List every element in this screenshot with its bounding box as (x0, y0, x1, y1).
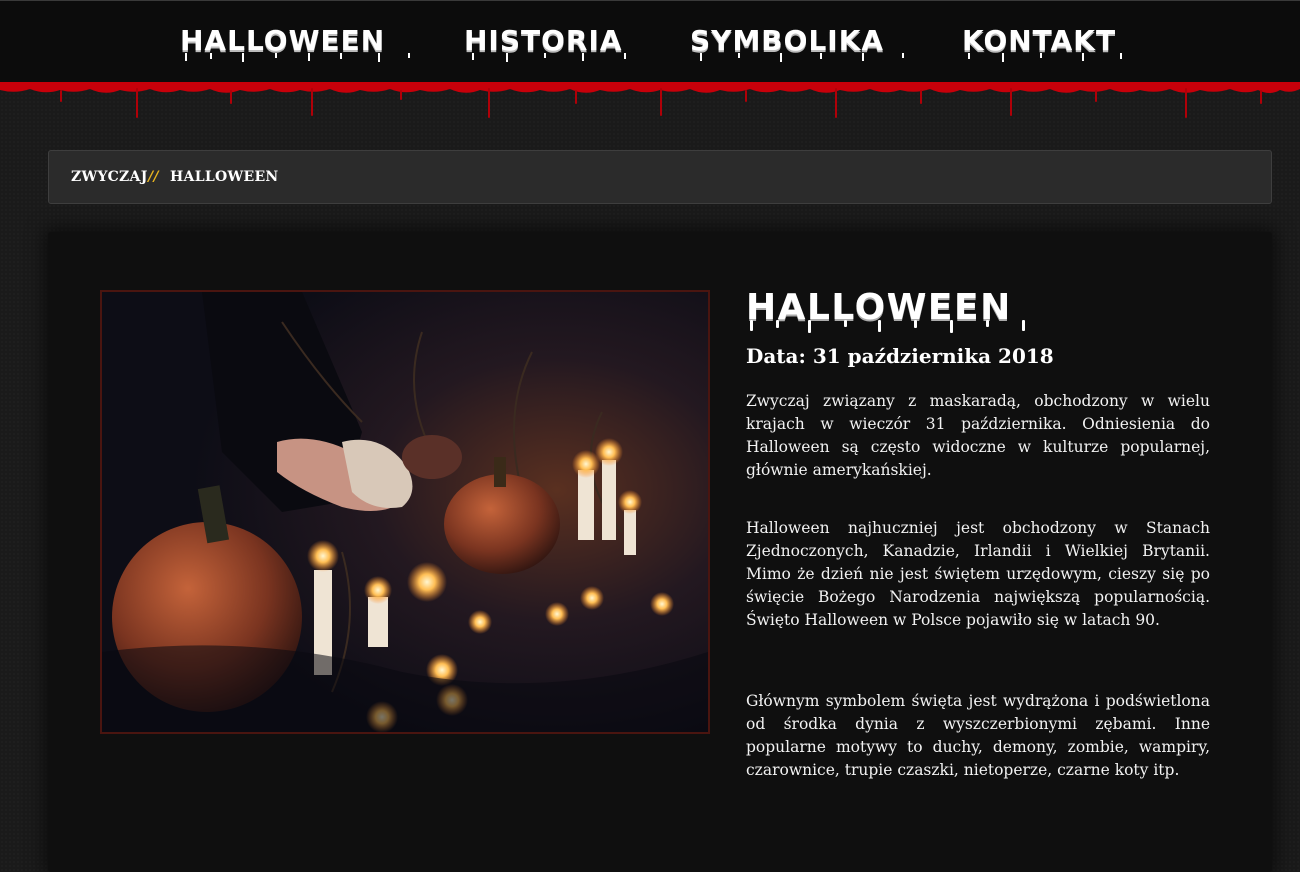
pumpkins-candles-illustration (102, 292, 708, 732)
nav-item-historia[interactable]: HISTORIA (464, 23, 646, 63)
main-menu: HALLOWEEN HISTORIA SYMBOLIKA KONTAKT (0, 1, 1300, 85)
breadcrumb-link-zwyczaj[interactable]: ZWYCZAJ (71, 169, 148, 185)
halloween-photo (100, 290, 710, 734)
article-paragraph: Zwyczaj związany z maskaradą, obchodzony… (746, 392, 1210, 479)
breadcrumb-current: HALLOWEEN (170, 169, 279, 185)
top-navbar: HALLOWEEN HISTORIA SYMBOLIKA KONTAKT (0, 0, 1300, 84)
breadcrumb: ZWYCZAJ // HALLOWEEN (48, 150, 1272, 204)
nav-item-halloween[interactable]: HALLOWEEN (180, 23, 420, 63)
article-paragraph: Halloween najhuczniej jest obchodzony w … (746, 519, 1210, 629)
breadcrumb-separator: // (148, 169, 159, 185)
drip-decoration (700, 53, 904, 62)
drip-decoration (472, 53, 626, 62)
article-paragraph: Głównym symbolem święta jest wydrążona i… (746, 692, 1210, 779)
nav-item-kontakt[interactable]: KONTAKT (962, 23, 1142, 63)
drip-decoration (185, 53, 410, 62)
drip-decoration (750, 320, 1025, 333)
blood-drip-border (0, 82, 1300, 118)
article-title: HALLOWEEN (746, 286, 1216, 334)
article-date: Data: 31 października 2018 (746, 344, 1054, 368)
nav-item-symbolika[interactable]: SYMBOLIKA (690, 23, 918, 63)
drip-decoration (968, 53, 1122, 62)
